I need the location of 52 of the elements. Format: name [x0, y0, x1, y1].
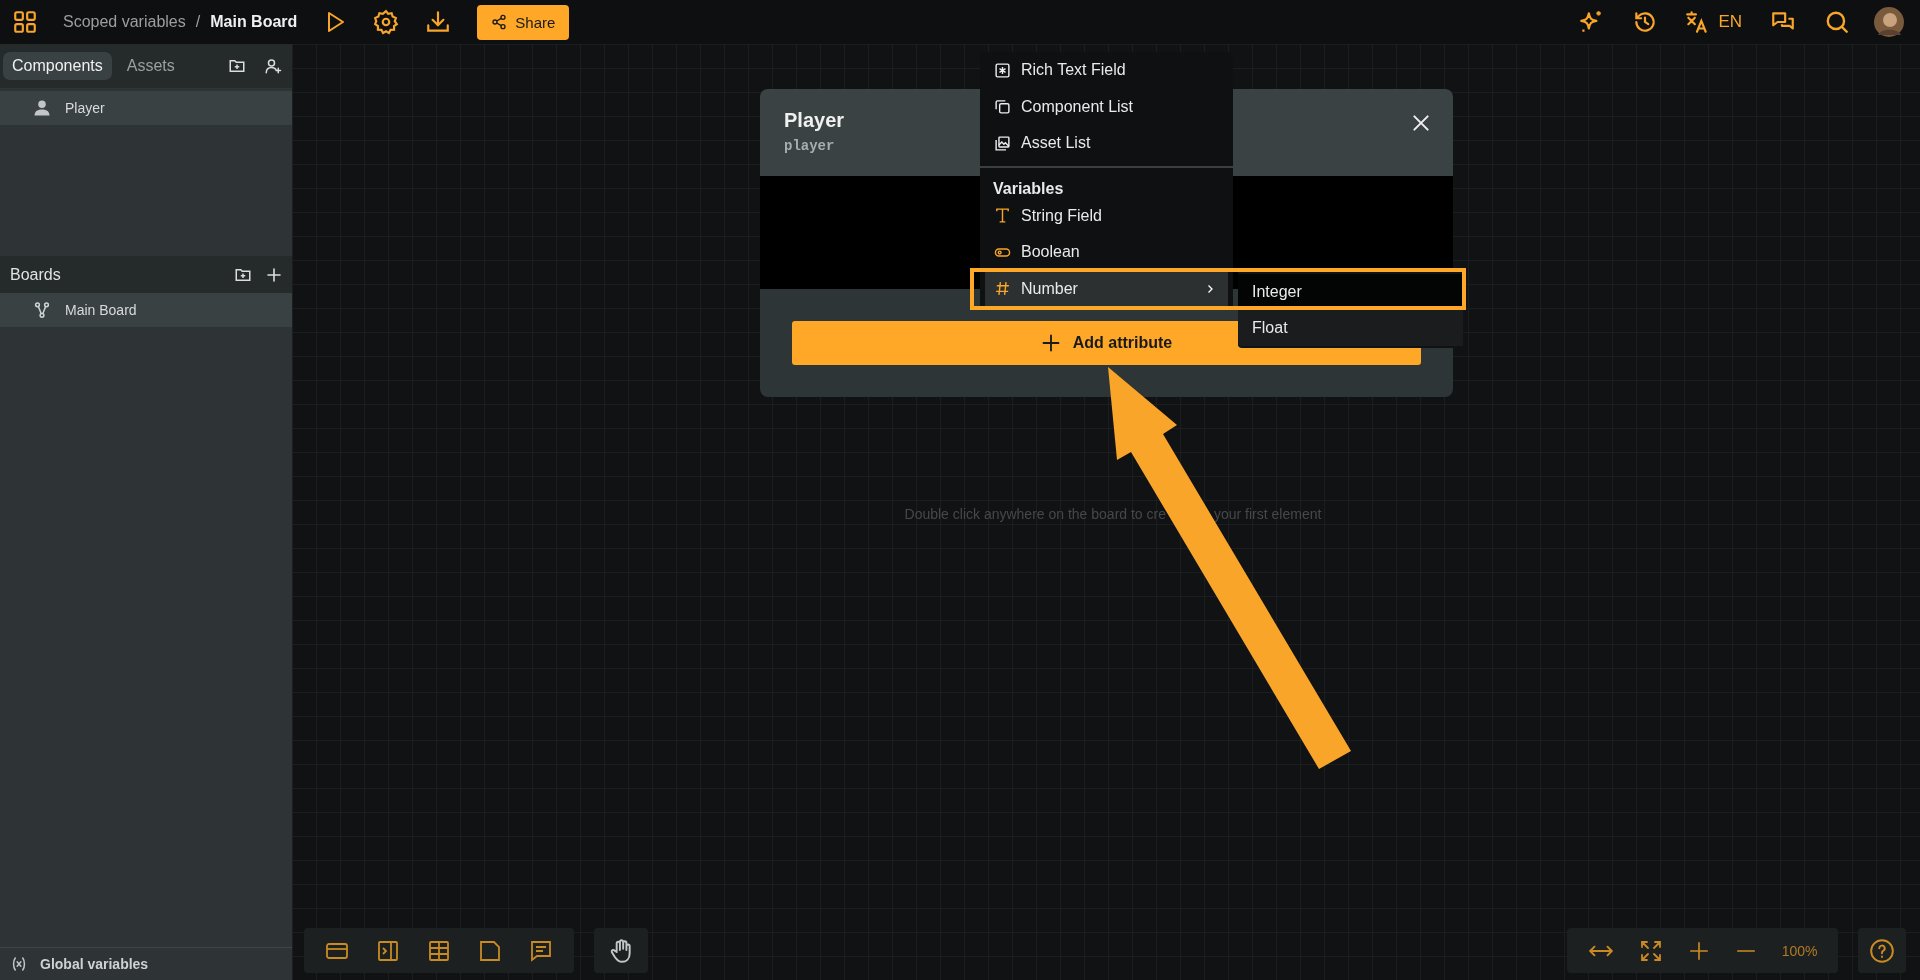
graph-icon — [33, 301, 51, 319]
menu-item[interactable]: Boolean — [980, 234, 1233, 271]
menu-item[interactable]: Rich Text Field — [980, 52, 1233, 89]
menu-heading: Variables — [992, 178, 1065, 198]
language-label[interactable]: EN — [1718, 12, 1742, 32]
menu-item[interactable]: Asset List — [980, 125, 1233, 162]
help-icon — [1869, 937, 1895, 964]
add-icon[interactable] — [266, 266, 282, 283]
close-icon[interactable] — [1411, 113, 1431, 133]
board-item[interactable]: Main Board — [0, 293, 292, 327]
asterisk-box-icon — [994, 61, 1011, 79]
empty-board-hint: your first element — [1214, 506, 1322, 522]
copy-icon — [994, 98, 1011, 116]
component-item[interactable]: Player — [0, 91, 292, 125]
panel-icon[interactable] — [376, 938, 401, 963]
settings-icon[interactable] — [373, 9, 400, 35]
hash-icon — [994, 280, 1011, 298]
download-icon[interactable] — [425, 9, 452, 35]
plus-icon — [1040, 333, 1061, 353]
zoom-in-icon[interactable] — [1687, 939, 1710, 962]
boards-heading: Boards — [10, 265, 61, 284]
sidebar-tab[interactable]: Assets — [117, 52, 184, 80]
sidebar-tab[interactable]: Components — [3, 52, 112, 80]
breadcrumb-item[interactable]: Main Board — [210, 13, 298, 31]
breadcrumb-item[interactable]: Scoped variables — [63, 13, 186, 31]
new-folder-icon[interactable] — [228, 57, 246, 75]
variable-icon — [10, 955, 28, 973]
note-icon[interactable] — [477, 938, 502, 963]
hand-tool-button[interactable] — [594, 928, 648, 973]
table-icon[interactable] — [427, 938, 451, 963]
comment-icon[interactable] — [528, 938, 553, 963]
dialog-subtitle: player — [784, 138, 836, 154]
image-icon — [994, 134, 1011, 152]
breadcrumb-separator: / — [195, 13, 201, 31]
person-icon — [33, 99, 51, 117]
empty-board-hint: Double click anywhere on the board to cre — [904, 506, 1166, 522]
share-button[interactable]: Share — [477, 4, 570, 40]
dialog-title: Player — [784, 109, 845, 132]
share-icon — [491, 14, 508, 30]
zoom-level: 100% — [1781, 942, 1818, 959]
avatar[interactable] — [1874, 7, 1904, 37]
menu-item[interactable]: String Field — [980, 197, 1233, 234]
text-icon — [994, 207, 1011, 225]
fit-screen-icon[interactable] — [1638, 938, 1663, 963]
help-button[interactable] — [1858, 928, 1906, 973]
menu-item[interactable]: Component List — [980, 88, 1233, 125]
hand-icon — [608, 937, 634, 964]
apps-grid-icon[interactable] — [12, 9, 38, 35]
global-variables-link[interactable]: Global variables — [40, 956, 149, 972]
search-icon[interactable] — [1824, 9, 1850, 35]
submenu-item[interactable]: Float — [1238, 310, 1463, 346]
add-user-icon[interactable] — [264, 57, 282, 75]
